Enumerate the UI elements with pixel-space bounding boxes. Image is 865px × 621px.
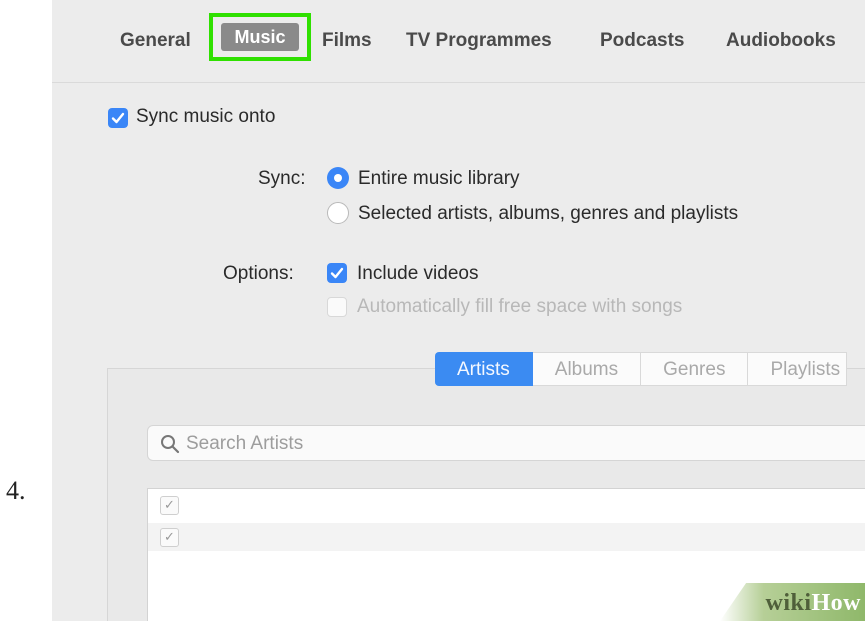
segment-artists[interactable]: Artists [435,352,533,386]
autofill-label: Automatically fill free space with songs [357,296,683,317]
sync-music-checkbox[interactable] [108,108,128,128]
sync-label: Sync: [258,168,306,189]
radio-entire-library-label: Entire music library [358,168,520,189]
checkmark-icon[interactable]: ✓ [160,528,179,547]
radio-selected-items[interactable] [327,202,349,224]
search-artists-input[interactable]: Search Artists [147,425,865,461]
tab-bar: General Music Films TV Programmes Podcas… [52,0,865,83]
tab-podcasts[interactable]: Podcasts [600,25,684,57]
tab-music-highlight: Music [209,13,311,61]
segment-genres[interactable]: Genres [641,352,749,386]
wikihow-watermark: wikiHow [765,590,861,617]
checkmark-icon [111,112,125,124]
radio-entire-library[interactable] [327,167,349,189]
tab-films[interactable]: Films [322,25,372,57]
watermark-part-2: How [811,590,861,616]
segment-albums[interactable]: Albums [532,352,642,386]
search-placeholder: Search Artists [186,433,304,454]
checkmark-icon[interactable]: ✓ [160,496,179,515]
include-videos-checkbox[interactable] [327,263,347,283]
itunes-sync-window: General Music Films TV Programmes Podcas… [52,0,865,621]
watermark-part-1: wiki [765,590,812,616]
checkmark-icon [330,267,344,279]
tab-audiobooks[interactable]: Audiobooks [726,25,836,57]
options-label: Options: [223,263,294,284]
tab-tv-programmes[interactable]: TV Programmes [406,25,552,57]
include-videos-label: Include videos [357,263,479,284]
autofill-checkbox [327,297,347,317]
list-item[interactable]: ✓ [148,491,865,519]
step-number: 4. [6,476,26,505]
segment-playlists[interactable]: Playlists [748,352,848,386]
tab-general[interactable]: General [120,25,191,57]
radio-selected-items-label: Selected artists, albums, genres and pla… [358,203,739,224]
list-item[interactable]: ✓ [148,523,865,551]
sync-music-label: Sync music onto [136,106,276,127]
list-item-empty [148,553,865,581]
search-icon [161,435,180,454]
tab-music[interactable]: Music [221,23,299,51]
browse-segmented-control: Artists Albums Genres Playlists [435,352,848,386]
